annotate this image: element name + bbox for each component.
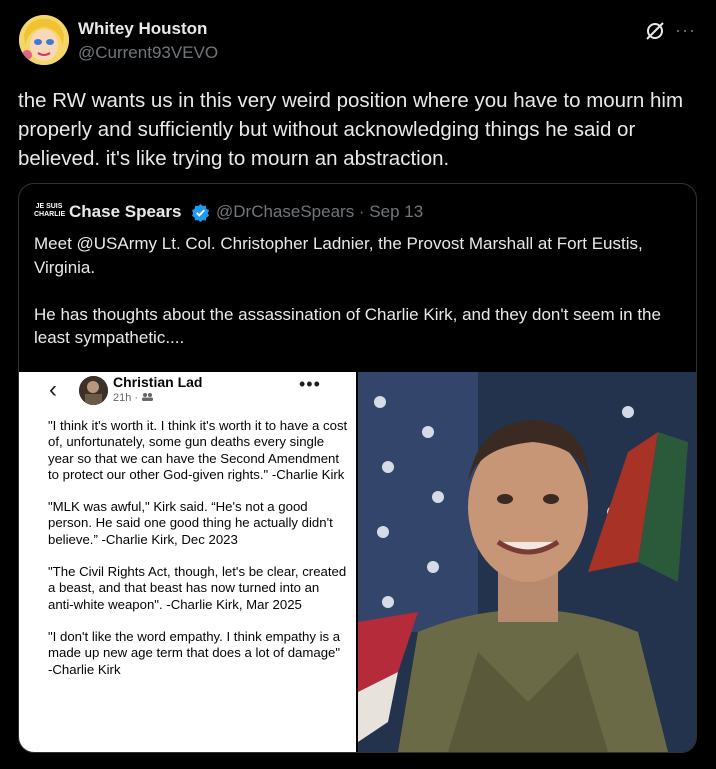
grok-icon[interactable] [644, 20, 666, 42]
post-paragraph: "The Civil Rights Act, though, let's be … [48, 564, 347, 612]
post-paragraph: "MLK was awful," Kirk said. “He's not a … [48, 499, 333, 547]
friends-icon [141, 392, 154, 404]
more-options-icon: ••• [299, 374, 321, 394]
post-paragraph: "I don't like the word empathy. I think … [48, 628, 341, 677]
facebook-post-screenshot[interactable]: ‹ Christian Lad 21h · ••• "I think it's … [19, 372, 356, 752]
quote-author-avatar[interactable]: JE SUIS CHARLIE [34, 203, 66, 221]
quote-author-name[interactable]: Chase Spears [69, 202, 181, 222]
quoted-tweet[interactable]: JE SUIS CHARLIE Chase Spears @DrChaseSpe… [18, 183, 697, 753]
portrait-photo[interactable] [358, 372, 696, 752]
poster-name: Christian Lad [113, 374, 203, 390]
tweet-text: the RW wants us in this very weird posit… [18, 89, 684, 170]
quote-avatar-text: JE SUIS CHARLIE [34, 203, 66, 218]
author-avatar[interactable] [19, 15, 69, 65]
post-paragraph: "I think it's worth it. I think it's wor… [48, 418, 348, 482]
poster-avatar [79, 376, 108, 405]
facebook-post-body: "I think it's worth it. I think it's wor… [48, 418, 348, 694]
back-arrow-icon: ‹ [49, 376, 57, 403]
post-meta: 21h · [113, 392, 154, 404]
author-name[interactable]: Whitey Houston [78, 19, 207, 39]
more-icon[interactable]: ··· [675, 20, 696, 41]
post-time: 21h · [113, 392, 139, 404]
verified-badge-icon [191, 203, 210, 222]
quote-text: Meet @USArmy Lt. Col. Christopher Ladnie… [34, 234, 661, 347]
author-handle[interactable]: @Current93VEVO [78, 43, 218, 63]
quote-author-handle-date[interactable]: @DrChaseSpears · Sep 13 [216, 202, 423, 222]
